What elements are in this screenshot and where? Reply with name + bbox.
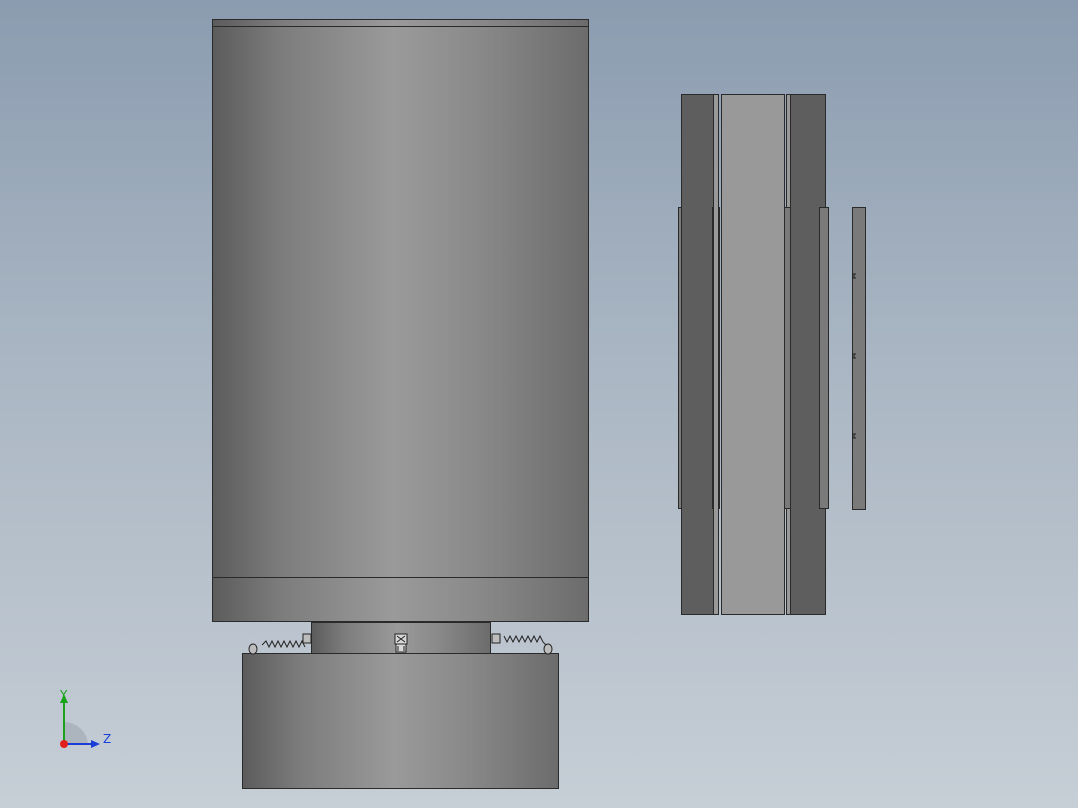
plate-stack[interactable] xyxy=(678,94,868,616)
view-triad[interactable]: Y Z xyxy=(50,686,122,756)
cad-viewport[interactable]: Y Z xyxy=(0,0,1078,808)
plate-right-flange[interactable] xyxy=(819,207,829,509)
triad-z-label: Z xyxy=(103,732,112,746)
triad-y-label: Y xyxy=(60,688,68,702)
plate-center[interactable] xyxy=(721,94,785,615)
plate-left-flange[interactable] xyxy=(678,207,682,509)
spring-assembly xyxy=(248,633,553,655)
upper-cylinder[interactable] xyxy=(212,19,589,622)
spring-icon xyxy=(248,633,312,655)
clip-icon xyxy=(394,633,408,653)
plate-left-outer[interactable] xyxy=(681,94,714,615)
spring-icon xyxy=(491,633,553,655)
top-rim-edge xyxy=(213,26,588,27)
lower-cylinder[interactable] xyxy=(242,653,559,789)
bar-marks xyxy=(852,273,856,439)
plate-left-rail[interactable] xyxy=(713,94,719,615)
bottom-band-edge xyxy=(213,577,588,578)
